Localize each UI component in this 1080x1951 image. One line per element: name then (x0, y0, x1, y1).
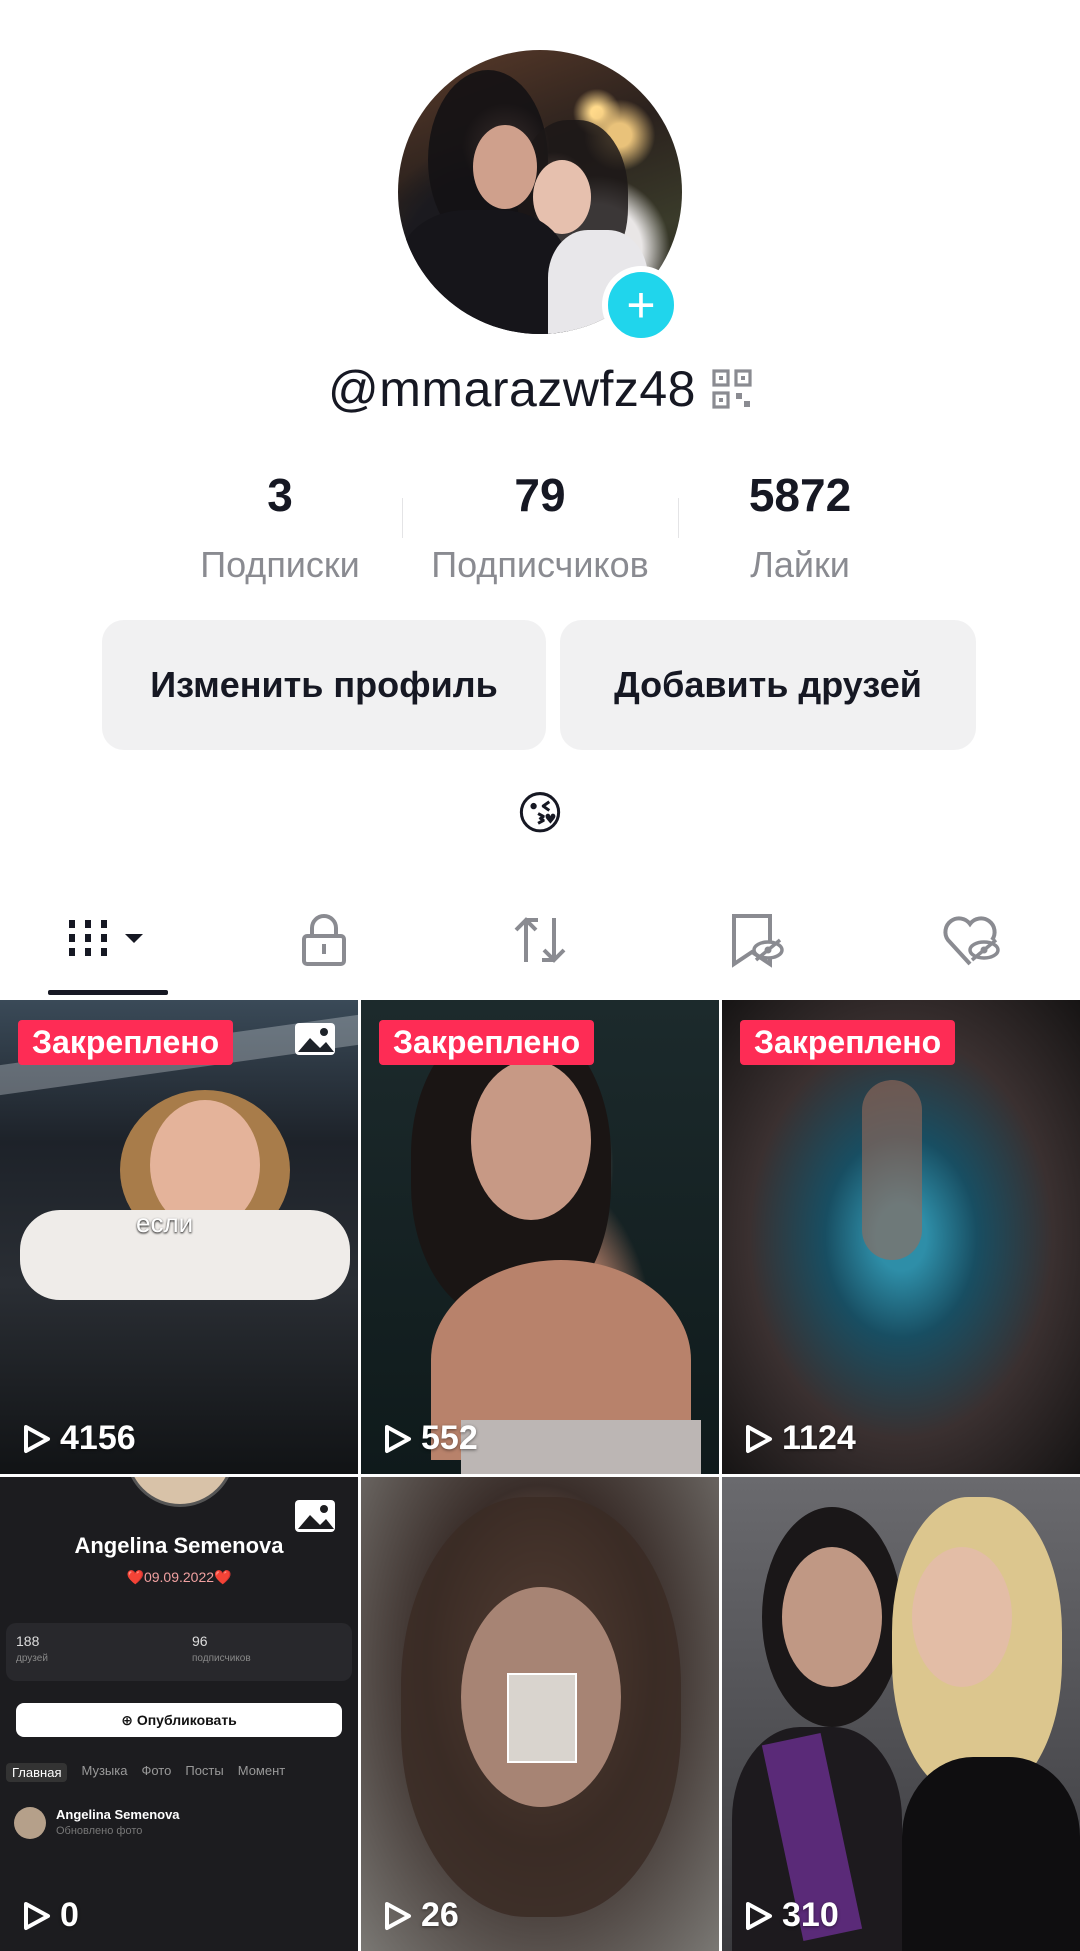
view-count: 26 (381, 1896, 459, 1935)
content-tabs (0, 900, 1080, 1000)
username: @mmarazwfz48 (328, 361, 696, 417)
view-count-value: 4156 (60, 1419, 136, 1457)
video-thumbnail[interactable]: Angelina Semenova ❤️09.09.2022❤️ 188 дру… (0, 1477, 358, 1951)
view-count-value: 26 (421, 1896, 459, 1934)
screenshot-name: Angelina Semenova (74, 1533, 284, 1558)
bio: 😘 (516, 787, 564, 839)
active-tab-indicator (48, 990, 168, 995)
play-icon (24, 1901, 50, 1930)
view-count: 0 (20, 1896, 79, 1935)
video-thumbnail[interactable]: Закреплено 552 (361, 1000, 719, 1474)
dress-shape (461, 1420, 701, 1474)
profile-actions: Изменить профиль Добавить друзей (102, 620, 978, 750)
video-grid: если Закреплено 4156 Закреплено 552 Закр… (0, 1000, 1080, 1951)
repost-icon (514, 917, 566, 963)
profile-header: + @mmarazwfz48 3 Подписки 79 Подписчиков… (0, 0, 1080, 1000)
tab-reposts[interactable] (480, 900, 600, 980)
liked-hidden-icon (943, 916, 1000, 966)
screenshot-post-avatar (14, 1807, 46, 1839)
add-friends-button[interactable]: Добавить друзей (560, 620, 976, 750)
tab-favorites[interactable] (696, 900, 816, 980)
stat-label: Подписки (200, 544, 360, 585)
view-count-value: 552 (421, 1419, 478, 1457)
add-avatar-plus-icon[interactable]: + (602, 266, 680, 344)
pinned-badge: Закреплено (379, 1020, 595, 1065)
face-shape (782, 1547, 882, 1687)
video-thumbnail[interactable]: Закреплено 1124 (722, 1000, 1080, 1474)
screenshot-content: Angelina Semenova ❤️09.09.2022❤️ 188 дру… (0, 1477, 358, 1951)
video-thumbnail[interactable]: 26 (361, 1477, 719, 1951)
play-icon (385, 1424, 411, 1453)
screenshot-friends: 188 (16, 1633, 40, 1649)
play-icon (385, 1901, 411, 1930)
screenshot-friends-label: друзей (16, 1653, 48, 1664)
screenshot-followers-label: подписчиков (192, 1653, 251, 1664)
favorites-hidden-icon (732, 914, 784, 968)
tab-private[interactable] (264, 900, 384, 980)
view-count: 1124 (742, 1419, 856, 1458)
video-thumbnail[interactable]: если Закреплено 4156 (0, 1000, 358, 1474)
stat-divider (678, 498, 679, 538)
stat-value: 3 (267, 469, 293, 521)
screenshot-publish: ⊕ Опубликовать (16, 1703, 342, 1737)
stat-value: 79 (514, 469, 566, 521)
screenshot-date: ❤️09.09.2022❤️ (126, 1569, 232, 1585)
stat-divider (402, 498, 403, 538)
view-count: 552 (381, 1419, 478, 1458)
play-icon (746, 1901, 772, 1930)
screenshot-tabs: Главная Музыка Фото Посты Момент (6, 1763, 285, 1782)
screenshot-tab: Главная (6, 1763, 68, 1782)
stat-label: Лайки (750, 544, 850, 585)
tab-liked[interactable] (912, 900, 1032, 980)
view-count: 310 (742, 1896, 839, 1935)
screenshot-post-sub: Обновлено фото (56, 1825, 143, 1837)
pinned-badge: Закреплено (740, 1020, 956, 1065)
screenshot-tab: Посты (185, 1763, 224, 1778)
blur-shape (862, 1080, 922, 1260)
qr-code-icon[interactable] (712, 369, 752, 409)
inset-photo (507, 1673, 577, 1763)
stat-label: Подписчиков (431, 544, 649, 585)
edit-profile-button[interactable]: Изменить профиль (102, 620, 546, 750)
videos-grid-icon (69, 920, 143, 956)
view-count: 4156 (20, 1419, 136, 1458)
screenshot-avatar (125, 1477, 235, 1507)
view-count-value: 1124 (782, 1419, 856, 1457)
view-count-value: 0 (60, 1896, 79, 1934)
view-count-value: 310 (782, 1896, 839, 1934)
username-row: @mmarazwfz48 (0, 360, 1080, 418)
video-caption: если (136, 1208, 194, 1238)
avatar-detail (473, 125, 537, 209)
play-icon (24, 1424, 50, 1453)
screenshot-publish-label: Опубликовать (136, 1712, 237, 1728)
screenshot-stats-card: 188 друзей 96 подписчиков (6, 1623, 352, 1681)
stat-followers[interactable]: 79 Подписчиков (410, 468, 670, 586)
stat-following[interactable]: 3 Подписки (150, 468, 410, 586)
screenshot-tab: Фото (141, 1763, 172, 1778)
stats-row: 3 Подписки 79 Подписчиков 5872 Лайки (150, 468, 930, 586)
video-thumbnail[interactable]: 310 (722, 1477, 1080, 1951)
photo-mode-icon (295, 1500, 335, 1532)
screenshot-followers: 96 (192, 1633, 208, 1649)
screenshot-post-author: Angelina Semenova (56, 1807, 180, 1822)
pinned-badge: Закреплено (18, 1020, 234, 1065)
stat-likes[interactable]: 5872 Лайки (670, 468, 930, 586)
screenshot-tab: Музыка (81, 1763, 128, 1778)
stat-value: 5872 (748, 469, 852, 521)
lock-icon (302, 914, 346, 966)
screenshot-tab: Момент (237, 1763, 286, 1778)
screenshot-date-text: 09.09.2022 (143, 1569, 215, 1585)
play-icon (746, 1424, 772, 1453)
tab-videos[interactable] (48, 900, 168, 980)
jacket-shape (902, 1757, 1080, 1951)
avatar-detail (398, 210, 568, 334)
face-shape (912, 1547, 1012, 1687)
photo-mode-icon (295, 1023, 335, 1055)
face-shape (471, 1060, 591, 1220)
